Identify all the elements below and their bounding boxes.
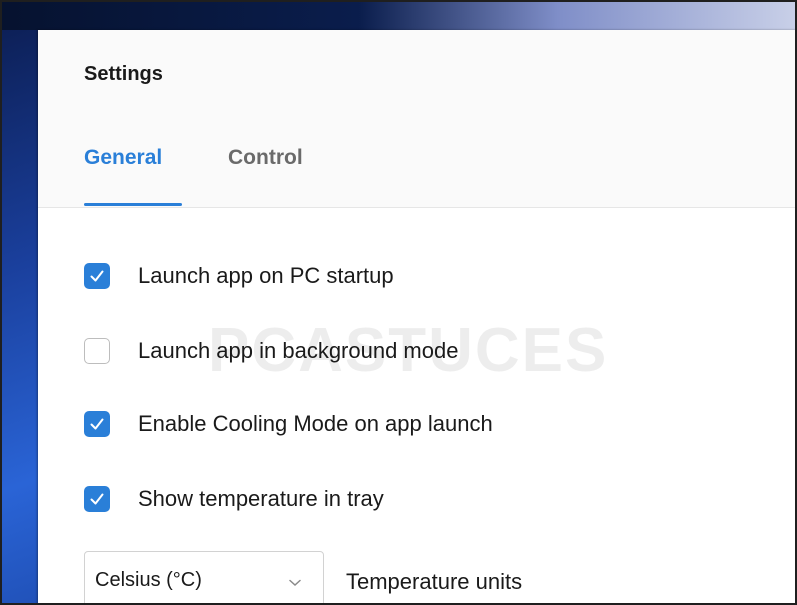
tab-control[interactable]: Control — [228, 146, 303, 170]
active-tab-indicator — [84, 203, 182, 206]
temperature-units-label: Temperature units — [346, 569, 523, 594]
launch-on-startup-option[interactable]: Launch app on PC startup — [84, 259, 394, 293]
temperature-units-value: Celsius (°C) — [95, 569, 202, 591]
tray-temperature-option[interactable]: Show temperature in tray — [84, 482, 384, 516]
window-title: Settings — [84, 63, 163, 85]
desktop-wallpaper-top — [0, 0, 797, 30]
checkmark-icon — [90, 270, 104, 282]
checkmark-icon — [90, 493, 104, 505]
temperature-units-select[interactable]: Celsius (°C) — [84, 551, 324, 605]
checkmark-icon — [90, 418, 104, 430]
tab-general[interactable]: General — [84, 146, 162, 170]
launch-on-startup-label: Launch app on PC startup — [138, 263, 394, 288]
chevron-down-icon — [289, 579, 301, 587]
cooling-mode-option[interactable]: Enable Cooling Mode on app launch — [84, 407, 493, 441]
settings-window: Settings General Control PCASTUCES Launc… — [38, 30, 797, 605]
tray-temperature-checkbox[interactable] — [84, 486, 110, 512]
settings-header: Settings General Control — [38, 30, 797, 208]
background-mode-checkbox[interactable] — [84, 338, 110, 364]
background-mode-label: Launch app in background mode — [138, 338, 459, 363]
tray-temperature-label: Show temperature in tray — [138, 486, 384, 511]
cooling-mode-checkbox[interactable] — [84, 411, 110, 437]
launch-on-startup-checkbox[interactable] — [84, 263, 110, 289]
background-mode-option[interactable]: Launch app in background mode — [84, 334, 458, 368]
cooling-mode-label: Enable Cooling Mode on app launch — [138, 411, 493, 436]
